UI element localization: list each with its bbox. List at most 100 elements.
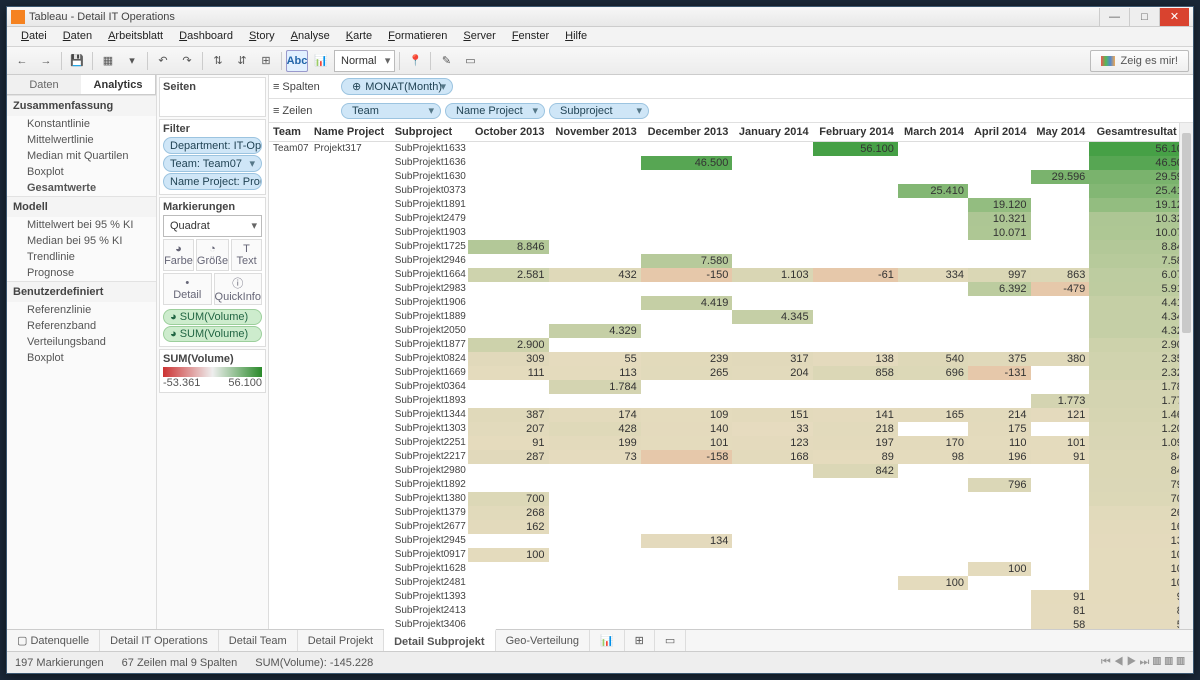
heatmap-cell[interactable]	[1031, 338, 1090, 352]
heatmap-cell[interactable]	[732, 184, 812, 198]
heatmap-cell[interactable]	[468, 478, 548, 492]
heatmap-cell[interactable]: 100	[968, 562, 1031, 576]
total-cell[interactable]: 7.580	[1089, 254, 1193, 268]
heatmap-cell[interactable]	[468, 576, 548, 590]
heatmap-cell[interactable]	[813, 562, 898, 576]
heatmap-cell[interactable]: 239	[641, 352, 733, 366]
mark-detail[interactable]: •Detail	[163, 273, 212, 305]
menu-story[interactable]: Story	[241, 27, 283, 46]
total-cell[interactable]: 796	[1089, 478, 1193, 492]
heatmap-cell[interactable]	[898, 296, 968, 310]
save-button[interactable]: 💾	[66, 50, 88, 72]
heatmap-cell[interactable]	[468, 394, 548, 408]
heatmap-cell[interactable]	[468, 464, 548, 478]
heatmap-cell[interactable]	[549, 562, 641, 576]
total-cell[interactable]: 10.071	[1089, 226, 1193, 240]
heatmap-cell[interactable]	[1031, 296, 1090, 310]
heatmap-cell[interactable]: 997	[968, 268, 1031, 282]
mark-pill[interactable]: ◕ SUM(Volume)	[163, 309, 262, 325]
heatmap-cell[interactable]	[968, 310, 1031, 324]
menu-dashboard[interactable]: Dashboard	[171, 27, 241, 46]
heatmap-cell[interactable]: 138	[813, 352, 898, 366]
heatmap-cell[interactable]: 73	[549, 450, 641, 464]
analytics-item[interactable]: Konstantlinie	[7, 116, 156, 132]
heatmap-cell[interactable]: 98	[898, 450, 968, 464]
heatmap-cell[interactable]: 110	[968, 436, 1031, 450]
heatmap-cell[interactable]	[549, 226, 641, 240]
analytics-item[interactable]: Mittelwert bei 95 % KI	[7, 217, 156, 233]
analytics-item[interactable]: Median mit Quartilen	[7, 148, 156, 164]
analytics-item[interactable]: Trendlinie	[7, 249, 156, 265]
heatmap-cell[interactable]	[898, 198, 968, 212]
heatmap-cell[interactable]	[549, 141, 641, 156]
sort-desc-button[interactable]: ⇵	[231, 50, 253, 72]
heatmap-cell[interactable]	[549, 170, 641, 184]
heatmap-cell[interactable]	[898, 604, 968, 618]
heatmap-cell[interactable]	[898, 212, 968, 226]
heatmap-cell[interactable]	[898, 141, 968, 156]
total-cell[interactable]: 1.784	[1089, 380, 1193, 394]
heatmap-cell[interactable]	[549, 240, 641, 254]
heatmap-cell[interactable]	[898, 254, 968, 268]
heatmap-cell[interactable]	[641, 492, 733, 506]
heatmap-cell[interactable]	[968, 141, 1031, 156]
heatmap-cell[interactable]	[732, 604, 812, 618]
sheet-tab[interactable]: Detail Team	[219, 630, 298, 651]
heatmap-cell[interactable]	[813, 604, 898, 618]
heatmap-cell[interactable]	[641, 338, 733, 352]
heatmap-cell[interactable]	[549, 590, 641, 604]
sort-asc-button[interactable]: ⇅	[207, 50, 229, 72]
heatmap-cell[interactable]	[732, 156, 812, 170]
heatmap-cell[interactable]: 700	[468, 492, 548, 506]
heatmap-cell[interactable]	[1031, 548, 1090, 562]
heatmap-cell[interactable]	[468, 226, 548, 240]
heatmap-cell[interactable]	[641, 520, 733, 534]
heatmap-cell[interactable]	[1031, 506, 1090, 520]
heatmap-cell[interactable]	[641, 464, 733, 478]
heatmap-cell[interactable]	[549, 184, 641, 198]
heatmap-cell[interactable]	[549, 198, 641, 212]
total-cell[interactable]: 81	[1089, 604, 1193, 618]
heatmap-cell[interactable]	[813, 184, 898, 198]
heatmap-cell[interactable]: 8.846	[468, 240, 548, 254]
total-cell[interactable]: 25.410	[1089, 184, 1193, 198]
heatmap-cell[interactable]	[813, 240, 898, 254]
heatmap-cell[interactable]	[468, 198, 548, 212]
heatmap-cell[interactable]	[468, 310, 548, 324]
heatmap-cell[interactable]	[968, 548, 1031, 562]
heatmap-cell[interactable]: 123	[732, 436, 812, 450]
heatmap-cell[interactable]: 1.773	[1031, 394, 1090, 408]
heatmap-cell[interactable]	[641, 562, 733, 576]
heatmap-cell[interactable]	[641, 478, 733, 492]
heatmap-cell[interactable]: 100	[898, 576, 968, 590]
heatmap-cell[interactable]: 25.410	[898, 184, 968, 198]
total-cell[interactable]: 19.120	[1089, 198, 1193, 212]
heatmap-cell[interactable]	[732, 338, 812, 352]
heatmap-cell[interactable]: 375	[968, 352, 1031, 366]
minimize-button[interactable]: —	[1099, 8, 1129, 26]
group-button[interactable]: ⊞	[255, 50, 277, 72]
heatmap-cell[interactable]	[549, 296, 641, 310]
heatmap-cell[interactable]: 19.120	[968, 198, 1031, 212]
heatmap-cell[interactable]	[898, 240, 968, 254]
heatmap-cell[interactable]	[732, 254, 812, 268]
heatmap-cell[interactable]	[813, 590, 898, 604]
heatmap-cell[interactable]	[968, 506, 1031, 520]
heatmap-cell[interactable]	[468, 590, 548, 604]
total-cell[interactable]: 2.328	[1089, 366, 1193, 380]
heatmap-cell[interactable]: 170	[898, 436, 968, 450]
heatmap-cell[interactable]	[549, 464, 641, 478]
heatmap-cell[interactable]	[1031, 534, 1090, 548]
heatmap-cell[interactable]: 207	[468, 422, 548, 436]
heatmap-cell[interactable]	[1031, 254, 1090, 268]
heatmap-cell[interactable]	[468, 604, 548, 618]
analytics-item[interactable]: Gesamtwerte	[7, 180, 156, 196]
heatmap-cell[interactable]	[732, 141, 812, 156]
heatmap-cell[interactable]	[813, 520, 898, 534]
heatmap-cell[interactable]	[968, 590, 1031, 604]
columns-pill-month[interactable]: ⊕ MONAT(Month)▾	[341, 78, 453, 95]
heatmap-cell[interactable]	[898, 324, 968, 338]
filter-pill[interactable]: Department: IT-Operat..▾	[163, 137, 262, 154]
heatmap-cell[interactable]	[641, 240, 733, 254]
heatmap-cell[interactable]	[813, 296, 898, 310]
